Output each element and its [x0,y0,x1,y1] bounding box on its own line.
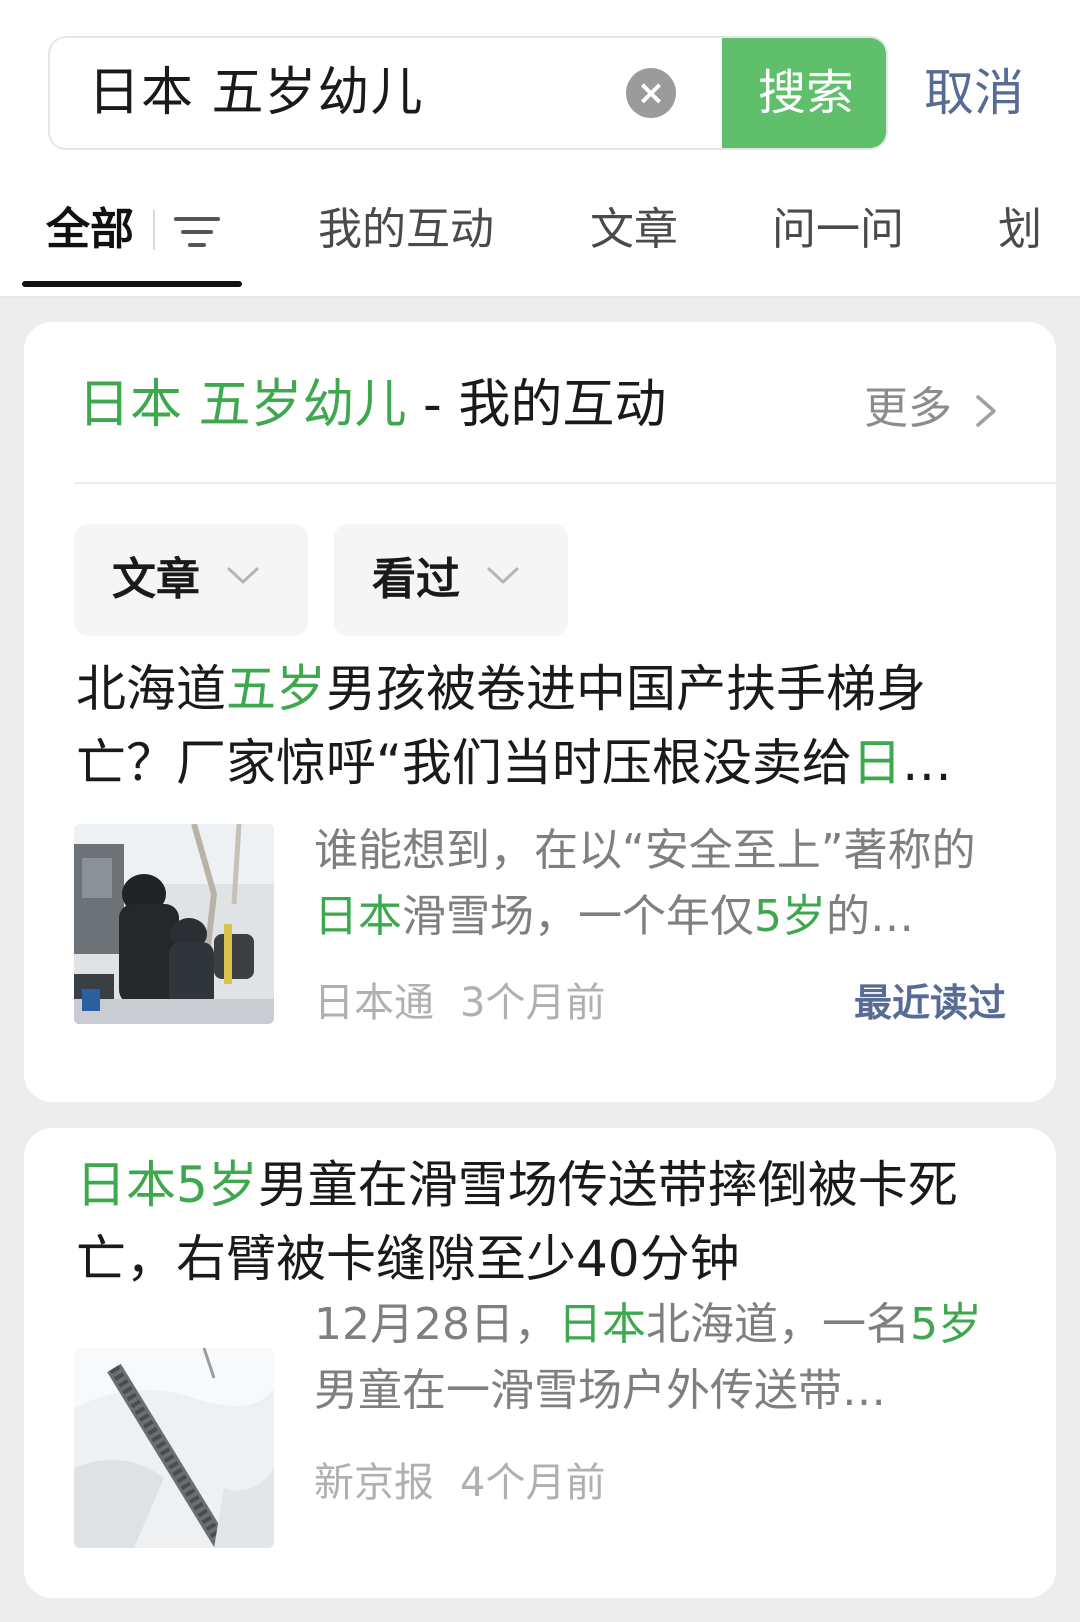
result-snippet: 12月28日，日本北海道，一名5岁男童在一滑雪场户外传送带… [314,1292,994,1424]
result-snippet: 谁能想到，在以“安全至上”著称的日本滑雪场，一个年仅5岁的… [314,818,994,950]
snippet-text: 的… [826,891,914,942]
result-source: 日本通 [314,980,434,1026]
filter-icon[interactable] [174,214,220,250]
filter-status-dropdown[interactable]: 看过 [334,524,568,636]
result-time: 4个月前 [460,1460,606,1506]
result-source: 新京报 [314,1460,434,1506]
result-card[interactable]: 日本5岁男童在滑雪场传送带摔倒被卡死亡，右臂被卡缝隙至少40分钟 12月28日，… [24,1128,1056,1598]
snippet-text: 滑雪场，一个年仅 [402,891,754,942]
chevron-right-icon[interactable] [974,394,998,428]
section-query: 日本 五岁幼儿 [78,375,407,435]
clear-icon[interactable]: × [626,68,676,118]
tab-partial[interactable]: 划 [998,180,1042,280]
result-meta: 日本通 3个月前 [314,970,605,1028]
result-title[interactable]: 北海道五岁男孩被卷进中国产扶手梯身亡？厂家惊呼“我们当时压根没卖给日… [76,652,996,800]
filter-tabs: 全部 我的互动 文章 问一问 划 [0,180,1080,298]
chevron-down-icon [487,567,519,584]
snippet-text: 男童在一滑雪场户外传送带… [314,1365,886,1416]
search-input[interactable]: 日本 五岁幼儿 [88,38,424,148]
title-highlight: 五岁 [226,660,326,718]
snippet-text: 谁能想到，在以“安全至上”著称的 [314,825,976,876]
section-title: 日本 五岁幼儿 - 我的互动 [78,370,666,440]
result-time: 3个月前 [460,980,606,1026]
active-tab-indicator [22,281,242,287]
cancel-button[interactable]: 取消 [924,36,1024,150]
top-bar: 日本 五岁幼儿 × 搜索 取消 全部 我的互动 文章 问一问 划 [0,0,1080,298]
title-highlight: 日 [851,734,902,792]
filter-status-label: 看过 [372,554,460,605]
title-text: 北海道 [76,660,226,718]
title-text: … [901,734,952,792]
filter-type-label: 文章 [112,554,200,605]
result-thumbnail[interactable] [74,824,274,1024]
tab-all[interactable]: 全部 [46,180,134,280]
result-thumbnail[interactable] [74,1348,274,1548]
snippet-highlight: 日本 [557,1299,646,1350]
section-divider [74,482,1056,484]
recently-read-badge: 最近读过 [854,981,1007,1025]
result-title[interactable]: 日本5岁男童在滑雪场传送带摔倒被卡死亡，右臂被卡缝隙至少40分钟 [76,1148,996,1296]
tab-ask[interactable]: 问一问 [772,180,904,280]
chevron-down-icon [227,567,259,584]
search-box[interactable]: 日本 五岁幼儿 × 搜索 [48,36,888,150]
snippet-highlight: 5岁 [909,1299,982,1350]
interaction-section-card: 日本 五岁幼儿 - 我的互动 更多 文章 看过 北海道五岁男孩被卷进中国产扶手梯… [24,322,1056,1102]
snippet-text: 北海道，一名 [645,1299,910,1350]
snippet-highlight: 5岁 [754,891,826,942]
tab-my-interactions[interactable]: 我的互动 [318,180,494,280]
tabs-divider [0,296,1080,298]
section-separator: - [406,375,459,435]
tab-articles[interactable]: 文章 [590,180,678,280]
more-link[interactable]: 更多 [864,374,952,444]
section-label: 我的互动 [458,375,667,435]
snippet-highlight: 日本 [314,891,402,942]
search-button[interactable]: 搜索 [722,38,886,148]
result-meta: 新京报 4个月前 [314,1450,605,1508]
snippet-text: 12月28日， [314,1299,558,1350]
tab-separator [153,210,155,250]
filter-type-dropdown[interactable]: 文章 [74,524,308,636]
title-highlight: 日本5岁 [76,1156,258,1214]
